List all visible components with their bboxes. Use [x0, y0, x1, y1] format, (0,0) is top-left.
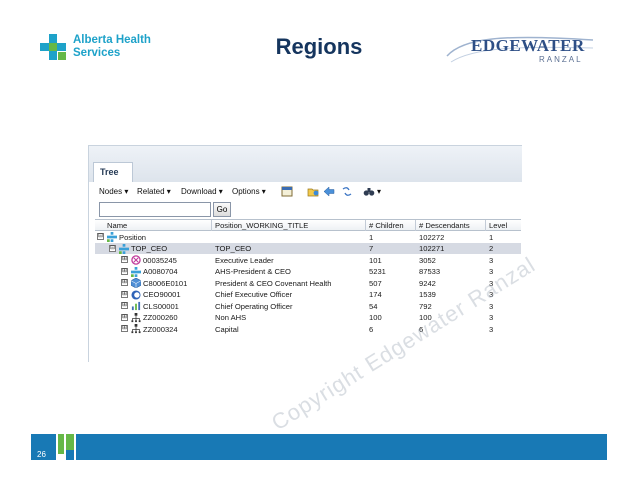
row-descendants-count: 102272 — [419, 232, 445, 242]
edgewater-ranzal-logo: EDGEWATER RANZAL — [443, 34, 603, 70]
ranzal-wordmark: RANZAL — [539, 55, 583, 64]
table-row[interactable]: ⊞ C8006E0101 President & CEO Covenant Heal… — [95, 277, 521, 289]
row-descendants-count: 9242 — [419, 278, 436, 288]
column-header-title[interactable]: Position_WORKING_TITLE — [215, 221, 308, 230]
hierarchy-icon — [119, 243, 129, 254]
row-name: CEO90001 — [143, 290, 181, 299]
options-menu[interactable]: Options ▾ — [232, 187, 266, 196]
expand-toggle[interactable]: ⊞ — [121, 313, 128, 321]
related-menu[interactable]: Related ▾ — [137, 187, 171, 196]
link-icon[interactable] — [341, 186, 353, 197]
row-name: C8006E0101 — [143, 278, 188, 288]
row-working-title: Non AHS — [215, 313, 247, 322]
row-working-title: TOP_CEO — [215, 244, 252, 253]
row-children-count: 100 — [369, 313, 382, 322]
table-header: Name Position_WORKING_TITLE # Children #… — [95, 219, 521, 231]
table-row[interactable]: ⊞ 00035245 Executive Leader 101 3052 3 — [95, 254, 521, 266]
row-working-title: President & CEO Covenant Health — [215, 278, 332, 288]
tree-small-icon — [131, 324, 141, 334]
table-row[interactable]: ⊞ A0080704 AHS-President & CEO 5231 87533 3 — [95, 266, 521, 278]
edgewater-wordmark: EDGEWATER — [471, 36, 585, 55]
tree-panel: Tree Nodes ▾ Related ▾ Download ▾ Option… — [88, 145, 540, 435]
column-header-name[interactable]: Name — [107, 221, 127, 230]
cube-icon — [131, 278, 141, 288]
expand-toggle[interactable]: ⊞ — [121, 267, 128, 275]
expand-toggle[interactable]: ⊟ — [109, 244, 116, 252]
row-name: CLS00001 — [143, 301, 179, 311]
back-arrow-icon[interactable] — [323, 186, 335, 197]
add-folder-icon[interactable] — [307, 186, 319, 197]
row-name: TOP_CEO — [131, 244, 168, 253]
panel-header: Tree — [89, 146, 522, 182]
row-children-count: 101 — [369, 255, 382, 265]
row-working-title: AHS-President & CEO — [215, 267, 291, 276]
row-children-count: 174 — [369, 290, 382, 299]
ce-icon — [131, 289, 141, 300]
row-descendants-count: 102271 — [419, 244, 445, 253]
table-row[interactable]: ⊟ TOP_CEO TOP_CEO 7 102271 2 — [95, 242, 521, 254]
row-descendants-count: 1539 — [419, 290, 436, 299]
binoculars-dropdown[interactable]: ▾ — [377, 187, 381, 196]
row-level: 1 — [489, 232, 494, 242]
row-name: A0080704 — [143, 267, 178, 276]
row-level: 3 — [489, 255, 494, 265]
tab-tree[interactable]: Tree — [93, 162, 133, 182]
binoculars-icon[interactable] — [363, 186, 375, 197]
row-name: 00035245 — [143, 255, 177, 265]
expand-toggle[interactable]: ⊞ — [121, 290, 128, 298]
row-children-count: 6 — [369, 324, 374, 334]
row-working-title: Chief Executive Officer — [215, 290, 293, 299]
row-level: 3 — [489, 313, 494, 322]
row-descendants-count: 792 — [419, 301, 432, 311]
column-header-children[interactable]: # Children — [369, 221, 404, 230]
org-pink-icon — [131, 255, 141, 265]
column-header-level[interactable]: Level — [489, 221, 507, 230]
hierarchy-icon — [131, 266, 141, 277]
row-working-title: Capital — [215, 324, 239, 334]
tree-toolbar: Nodes ▾ Related ▾ Download ▾ Options ▾ ▾ — [89, 183, 522, 201]
expand-toggle[interactable]: ⊞ — [121, 256, 128, 263]
properties-icon[interactable] — [281, 186, 293, 197]
row-descendants-count: 87533 — [419, 267, 441, 276]
row-children-count: 507 — [369, 278, 382, 288]
row-level: 3 — [489, 324, 494, 334]
download-menu[interactable]: Download ▾ — [181, 187, 223, 196]
expand-toggle[interactable]: ⊞ — [121, 302, 128, 309]
chart-icon — [131, 301, 141, 311]
go-button[interactable]: Go — [213, 202, 231, 217]
row-name: ZZ000324 — [143, 324, 178, 334]
row-working-title: Executive Leader — [215, 255, 274, 265]
expand-toggle[interactable]: ⊞ — [121, 325, 128, 332]
row-children-count: 54 — [369, 301, 378, 311]
tree-small-icon — [131, 312, 141, 322]
row-working-title: Chief Operating Officer — [215, 301, 293, 311]
column-header-descendants[interactable]: # Descendants — [419, 221, 470, 230]
search-input[interactable] — [99, 202, 211, 217]
row-children-count: 7 — [369, 244, 374, 253]
table-row[interactable]: ⊟ Position 1 102272 1 — [95, 231, 521, 243]
page-number: 26 — [37, 450, 46, 459]
row-level: 2 — [489, 244, 494, 253]
row-children-count: 1 — [369, 232, 374, 242]
expand-toggle[interactable]: ⊟ — [97, 233, 104, 240]
row-name: ZZ000260 — [143, 313, 178, 322]
nodes-menu[interactable]: Nodes ▾ — [99, 187, 128, 196]
hierarchy-icon — [107, 232, 117, 242]
row-descendants-count: 3052 — [419, 255, 436, 265]
expand-toggle[interactable]: ⊞ — [121, 279, 128, 286]
row-name: Position — [119, 232, 147, 242]
footer-ahs-mark-icon — [56, 434, 76, 460]
footer-bar — [31, 434, 607, 460]
row-children-count: 5231 — [369, 267, 386, 276]
